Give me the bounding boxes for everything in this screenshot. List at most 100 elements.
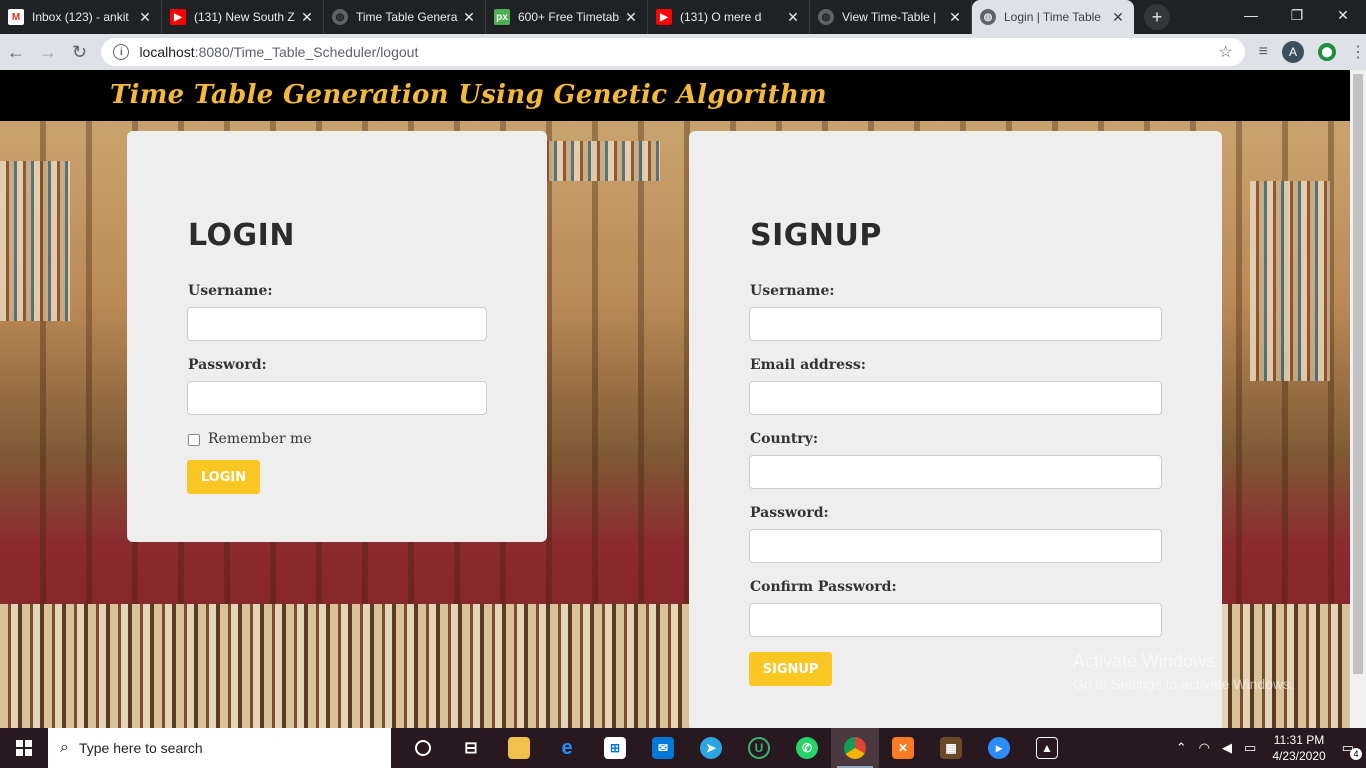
notification-icon[interactable]: ▭ 4 <box>1342 740 1362 760</box>
login-password-input[interactable] <box>187 381 487 415</box>
reading-list-icon[interactable]: ≡ <box>1259 43 1268 61</box>
browser-toolbar: ← → ↻ i localhost:8080/Time_Table_Schedu… <box>0 34 1366 70</box>
store-icon[interactable]: ⊞ <box>591 728 639 768</box>
forward-arrow-icon[interactable]: → <box>32 36 64 68</box>
url-text[interactable]: localhost:8080/Time_Table_Scheduler/logo… <box>139 44 1218 60</box>
xampp-icon[interactable]: ✕ <box>879 728 927 768</box>
signup-confirm-password-input[interactable] <box>749 603 1162 637</box>
signup-username-label: Username: <box>750 283 835 299</box>
tab-title: (131) O mere d <box>680 10 762 24</box>
close-window-icon[interactable]: ✕ <box>1320 0 1366 30</box>
globe-icon: ◍ <box>980 9 996 25</box>
signup-country-label: Country: <box>750 431 818 447</box>
remember-me-checkbox[interactable] <box>188 434 200 446</box>
signup-heading: SIGNUP <box>750 218 882 253</box>
close-icon[interactable]: ✕ <box>1110 9 1126 26</box>
tab-youtube-2[interactable]: ▶ (131) O mere d ✕ <box>648 0 810 34</box>
minimize-icon[interactable]: — <box>1228 0 1274 30</box>
wifi-icon[interactable]: ◠ <box>1199 740 1210 756</box>
clock-time: 11:31 PM <box>1273 733 1325 747</box>
signup-username-input[interactable] <box>749 307 1162 341</box>
login-password-label: Password: <box>188 357 267 373</box>
chrome-icon[interactable] <box>831 728 879 768</box>
extension-icon[interactable]: ⬤ <box>1318 43 1337 61</box>
window-controls: — ❐ ✕ <box>1228 0 1366 30</box>
chevron-up-icon[interactable]: ⌃ <box>1176 740 1187 756</box>
search-icon: ⌕ <box>60 739 69 756</box>
telegram-icon[interactable]: ➤ <box>687 728 735 768</box>
signup-card: SIGNUP Username: Email address: Country:… <box>689 131 1222 728</box>
signup-password-input[interactable] <box>749 529 1162 563</box>
notification-count: 4 <box>1350 748 1362 760</box>
reload-icon[interactable]: ↻ <box>64 36 96 68</box>
watermark-subtitle: Go to Settings to activate Windows. <box>1073 676 1294 692</box>
signup-email-input[interactable] <box>749 381 1162 415</box>
globe-icon: ◍ <box>818 9 834 25</box>
back-arrow-icon[interactable]: ← <box>0 36 32 68</box>
tab-title: Inbox (123) - ankit <box>32 10 129 24</box>
info-icon[interactable]: i <box>113 44 130 60</box>
activate-windows-watermark: Activate Windows Go to Settings to activ… <box>1073 651 1294 692</box>
tab-title: Login | Time Table <box>1004 10 1101 24</box>
restore-icon[interactable]: ❐ <box>1274 0 1320 30</box>
web-page: Time Table Generation Using Genetic Algo… <box>0 70 1366 728</box>
cortana-icon[interactable] <box>399 728 447 768</box>
start-button[interactable] <box>0 728 48 768</box>
youtube-icon: ▶ <box>170 9 186 25</box>
address-bar[interactable]: i localhost:8080/Time_Table_Scheduler/lo… <box>101 38 1245 66</box>
close-icon[interactable]: ✕ <box>461 9 477 26</box>
tab-youtube-1[interactable]: ▶ (131) New South Z ✕ <box>162 0 324 34</box>
clock[interactable]: 11:31 PM 4/23/2020 <box>1272 732 1325 764</box>
close-icon[interactable]: ✕ <box>137 9 153 26</box>
site-title: Time Table Generation Using Genetic Algo… <box>110 80 827 110</box>
site-header: Time Table Generation Using Genetic Algo… <box>0 70 1350 121</box>
close-icon[interactable]: ✕ <box>623 9 639 26</box>
language-icon[interactable]: ▭ <box>1244 740 1256 756</box>
tab-timetable-generator[interactable]: ◍ Time Table Genera ✕ <box>324 0 486 34</box>
volume-icon[interactable]: ◀ <box>1222 740 1232 756</box>
upwork-icon[interactable]: U <box>735 728 783 768</box>
tab-login-active[interactable]: ◍ Login | Time Table ✕ <box>972 0 1134 34</box>
clock-date: 4/23/2020 <box>1272 749 1326 763</box>
photos-icon[interactable]: ▲ <box>1023 728 1071 768</box>
system-tray: ⌃ ◠ ◀ ▭ 11:31 PM 4/23/2020 ▭ 4 <box>1170 728 1366 768</box>
signup-button[interactable]: SIGNUP <box>749 652 832 686</box>
windows-logo-icon <box>16 740 32 756</box>
mail-icon[interactable]: ✉ <box>639 728 687 768</box>
game-icon[interactable]: ▦ <box>927 728 975 768</box>
tab-gmail[interactable]: M Inbox (123) - ankit ✕ <box>0 0 162 34</box>
tab-free-timetable[interactable]: px 600+ Free Timetab ✕ <box>486 0 648 34</box>
windows-taskbar: ⌕ Type here to search ⊟ e ⊞ ✉ ➤ U ✆ ✕ ▦ … <box>0 728 1366 768</box>
login-username-input[interactable] <box>187 307 487 341</box>
profile-avatar[interactable]: A <box>1282 41 1305 63</box>
whatsapp-icon[interactable]: ✆ <box>783 728 831 768</box>
zoom-icon[interactable]: ▸ <box>975 728 1023 768</box>
close-icon[interactable]: ✕ <box>947 9 963 26</box>
youtube-icon: ▶ <box>656 9 672 25</box>
task-view-icon[interactable]: ⊟ <box>447 728 495 768</box>
tab-title: Time Table Genera <box>356 10 458 24</box>
close-icon[interactable]: ✕ <box>299 9 315 26</box>
login-button[interactable]: LOGIN <box>187 460 260 494</box>
signup-email-label: Email address: <box>750 357 866 373</box>
tab-title: View Time-Table | <box>842 10 937 24</box>
tab-title: 600+ Free Timetab <box>518 10 620 24</box>
watermark-title: Activate Windows <box>1073 651 1216 671</box>
menu-kebab-icon[interactable]: ⋮ <box>1350 42 1366 62</box>
scrollbar-thumb[interactable] <box>1353 74 1363 674</box>
taskbar-search-box[interactable]: ⌕ Type here to search <box>48 728 391 768</box>
login-heading: LOGIN <box>188 218 295 253</box>
page-scrollbar[interactable] <box>1350 70 1366 728</box>
tab-view-timetable[interactable]: ◍ View Time-Table | ✕ <box>810 0 972 34</box>
login-username-label: Username: <box>188 283 273 299</box>
browser-tab-strip: M Inbox (123) - ankit ✕ ▶ (131) New Sout… <box>0 0 1366 34</box>
close-icon[interactable]: ✕ <box>785 9 801 26</box>
px-icon: px <box>494 9 510 25</box>
signup-password-label: Password: <box>750 505 829 521</box>
signup-country-input[interactable] <box>749 455 1162 489</box>
file-explorer-icon[interactable] <box>495 728 543 768</box>
search-placeholder: Type here to search <box>78 740 203 756</box>
edge-icon[interactable]: e <box>543 728 591 768</box>
bookmark-star-icon[interactable]: ☆ <box>1218 42 1232 62</box>
new-tab-button[interactable]: + <box>1144 4 1170 30</box>
